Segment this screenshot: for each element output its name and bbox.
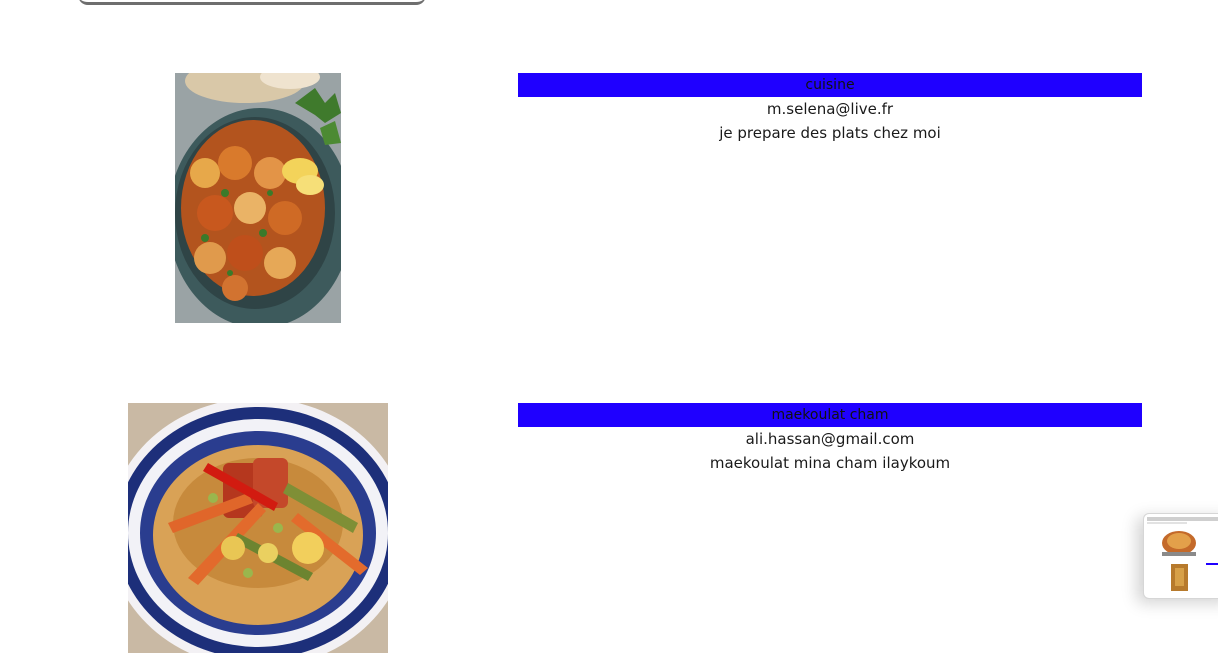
page-preview-thumbnail[interactable]	[1143, 513, 1218, 599]
page-preview-graphic	[1147, 517, 1218, 591]
post-description: maekoulat mina cham ilaykoum	[709, 454, 951, 472]
post-email: m.selena@live.fr	[766, 100, 894, 118]
couscous-dish-picture	[128, 403, 388, 653]
post-title[interactable]: maekoulat cham	[518, 403, 1142, 427]
post-description: je prepare des plats chez moi	[719, 124, 941, 142]
post-email: ali.hassan@gmail.com	[745, 430, 915, 448]
post-image-couscous[interactable]	[128, 403, 388, 653]
post-info-1: cuisine m.selena@live.fr je prepare des …	[518, 73, 1142, 145]
post-info-2: maekoulat cham ali.hassan@gmail.com maek…	[518, 403, 1142, 475]
top-scroll-handle[interactable]	[78, 0, 426, 5]
post-image-cauliflower[interactable]	[175, 73, 341, 323]
post-title[interactable]: cuisine	[518, 73, 1142, 97]
cauliflower-dish-picture	[175, 73, 341, 323]
